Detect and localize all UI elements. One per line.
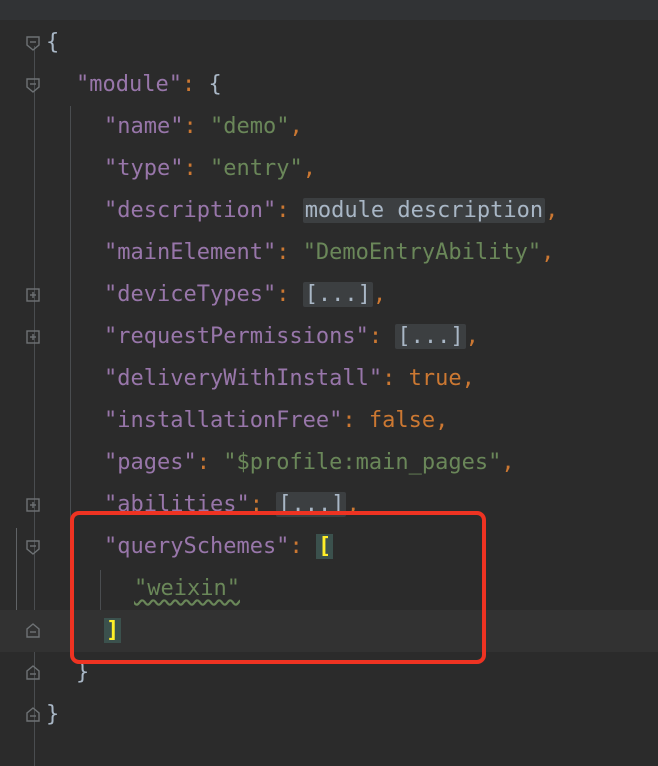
fold-open-icon[interactable] [25, 539, 41, 555]
code-text: "requestPermissions": [...], [104, 316, 479, 358]
code-line[interactable]: "mainElement": "DemoEntryAbility", [0, 232, 658, 274]
fold-end-icon[interactable] [25, 623, 41, 639]
code-line[interactable]: "deviceTypes": [...], [0, 274, 658, 316]
comma: , [501, 450, 515, 475]
fold-expand-icon[interactable] [25, 329, 41, 345]
resource-placeholder[interactable]: module description [302, 198, 546, 223]
colon: : [183, 156, 197, 181]
code-line[interactable]: "name": "demo", [0, 106, 658, 148]
fold-expand-icon[interactable] [25, 497, 41, 513]
brace-close: } [46, 702, 60, 727]
code-line[interactable]: "description": module description, [0, 190, 658, 232]
comma: , [289, 114, 303, 139]
fold-end-icon[interactable] [25, 665, 41, 681]
json-key: "requestPermissions" [104, 324, 369, 349]
json-key: "description" [104, 198, 277, 223]
json-key: "installationFree" [104, 408, 343, 433]
code-text: "deviceTypes": [...], [104, 274, 386, 316]
comma: , [465, 324, 479, 349]
code-line[interactable]: "deliveryWithInstall": true, [0, 358, 658, 400]
code-line[interactable]: "installationFree": false, [0, 400, 658, 442]
colon: : [196, 450, 210, 475]
comma: , [302, 156, 316, 181]
fold-open-icon[interactable] [25, 77, 41, 93]
code-line[interactable]: "type": "entry", [0, 148, 658, 190]
colon: : [183, 114, 197, 139]
code-line[interactable]: "requestPermissions": [...], [0, 316, 658, 358]
folded-array[interactable]: [...] [395, 324, 466, 349]
colon: : [382, 366, 396, 391]
json-boolean: true [408, 366, 462, 391]
code-text: "type": "entry", [104, 148, 316, 190]
fold-open-icon[interactable] [25, 35, 41, 51]
code-line[interactable]: "module": { [0, 64, 658, 106]
code-line[interactable]: } [0, 694, 658, 736]
json-string: "entry" [209, 156, 303, 181]
json-key: "mainElement" [104, 240, 277, 265]
json-key: "module" [76, 72, 182, 97]
fold-expand-icon[interactable] [25, 287, 41, 303]
json-string: "demo" [209, 114, 290, 139]
code-text: "installationFree": false, [104, 400, 448, 442]
code-text: "mainElement": "DemoEntryAbility", [104, 232, 554, 274]
json-key: "name" [104, 114, 184, 139]
code-line[interactable]: { [0, 22, 658, 64]
json-key: "deliveryWithInstall" [104, 366, 383, 391]
code-text: "deliveryWithInstall": true, [104, 358, 475, 400]
colon: : [181, 72, 196, 97]
code-text: "module": { [76, 64, 222, 106]
json-boolean: false [368, 408, 436, 433]
comma: , [545, 198, 559, 223]
colon: : [276, 282, 290, 307]
brace-open: { [46, 30, 60, 55]
comma: , [461, 366, 475, 391]
colon: : [276, 198, 290, 223]
code-text: "description": module description, [104, 190, 558, 232]
comma: , [541, 240, 555, 265]
colon: : [342, 408, 356, 433]
comma: , [435, 408, 449, 433]
code-text: "pages": "$profile:main_pages", [104, 442, 515, 484]
comma: , [372, 282, 387, 307]
editor-top-bar [0, 0, 658, 20]
json-key: "deviceTypes" [104, 282, 277, 307]
json-string: "DemoEntryAbility" [302, 240, 542, 265]
brace-open: { [195, 72, 222, 97]
fold-end-icon[interactable] [25, 707, 41, 723]
colon: : [276, 240, 290, 265]
json-string: "$profile:main_pages" [223, 450, 502, 475]
code-line[interactable]: "pages": "$profile:main_pages", [0, 442, 658, 484]
folded-array[interactable]: [...] [302, 282, 373, 307]
colon: : [368, 324, 383, 349]
json-key: "type" [104, 156, 184, 181]
json-key: "pages" [104, 450, 197, 475]
code-text: "name": "demo", [104, 106, 303, 148]
annotation-highlight-box [70, 511, 486, 664]
